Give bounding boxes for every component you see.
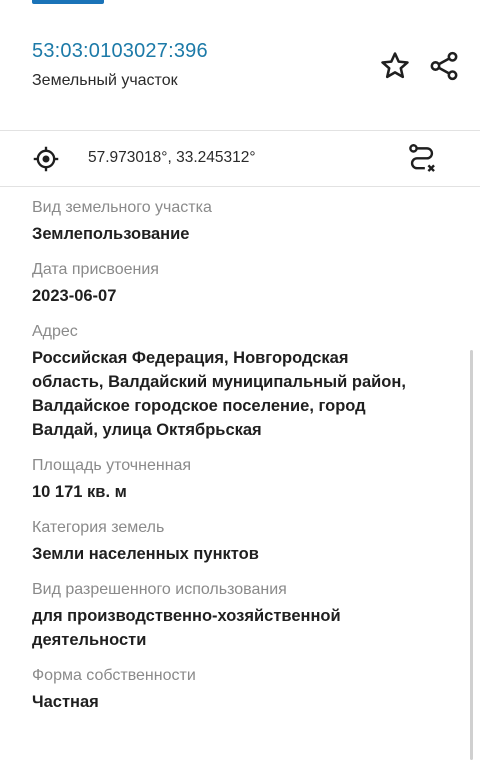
field-label: Вид земельного участка [32,199,212,216]
field-ownership-form: Форма собственности Частная [32,664,452,714]
field-assignment-date: Дата присвоения 2023-06-07 [32,258,452,308]
object-header: 53:03:0103027:396 Земельный участок [0,0,480,130]
locate-button[interactable] [26,139,66,179]
scrollbar[interactable] [470,350,473,760]
crosshair-icon [33,146,59,172]
field-value: Частная [32,693,99,711]
field-value: 10 171 кв. м [32,483,127,501]
field-label: Форма собственности [32,667,196,684]
field-value: 2023-06-07 [32,287,117,305]
field-address: Адрес Российская Федерация, Новгородская… [32,320,452,442]
field-permitted-use: Вид разрешенного использования для произ… [32,578,452,652]
star-outline-icon [381,52,409,79]
field-value: Землепользование [32,225,190,243]
share-icon [430,51,458,81]
field-label: Вид разрешенного использования [32,581,287,598]
coordinates-text[interactable]: 57.973018°, 33.245312° [88,149,256,167]
field-label: Дата присвоения [32,261,159,278]
route-icon [409,144,435,172]
share-button[interactable] [424,46,464,86]
field-label: Площадь уточненная [32,457,192,474]
field-area: Площадь уточненная 10 171 кв. м [32,454,452,504]
field-label: Категория земель [32,519,165,536]
field-value: для производственно-хозяйственной деятел… [32,607,341,649]
cadastral-number[interactable]: 53:03:0103027:396 [32,40,208,63]
route-button[interactable] [400,137,444,181]
divider [0,186,480,187]
favorite-button[interactable] [375,46,415,86]
field-label: Адрес [32,323,78,340]
field-land-category: Категория земель Земли населенных пункто… [32,516,452,566]
field-land-plot-type: Вид земельного участка Землепользование [32,196,452,246]
field-value: Российская Федерация, Новгородская облас… [32,349,406,439]
field-value: Земли населенных пунктов [32,545,259,563]
coordinates-row: 57.973018°, 33.245312° [0,131,480,186]
object-details: Вид земельного участка Землепользование … [32,196,452,726]
object-type: Земельный участок [32,72,178,89]
